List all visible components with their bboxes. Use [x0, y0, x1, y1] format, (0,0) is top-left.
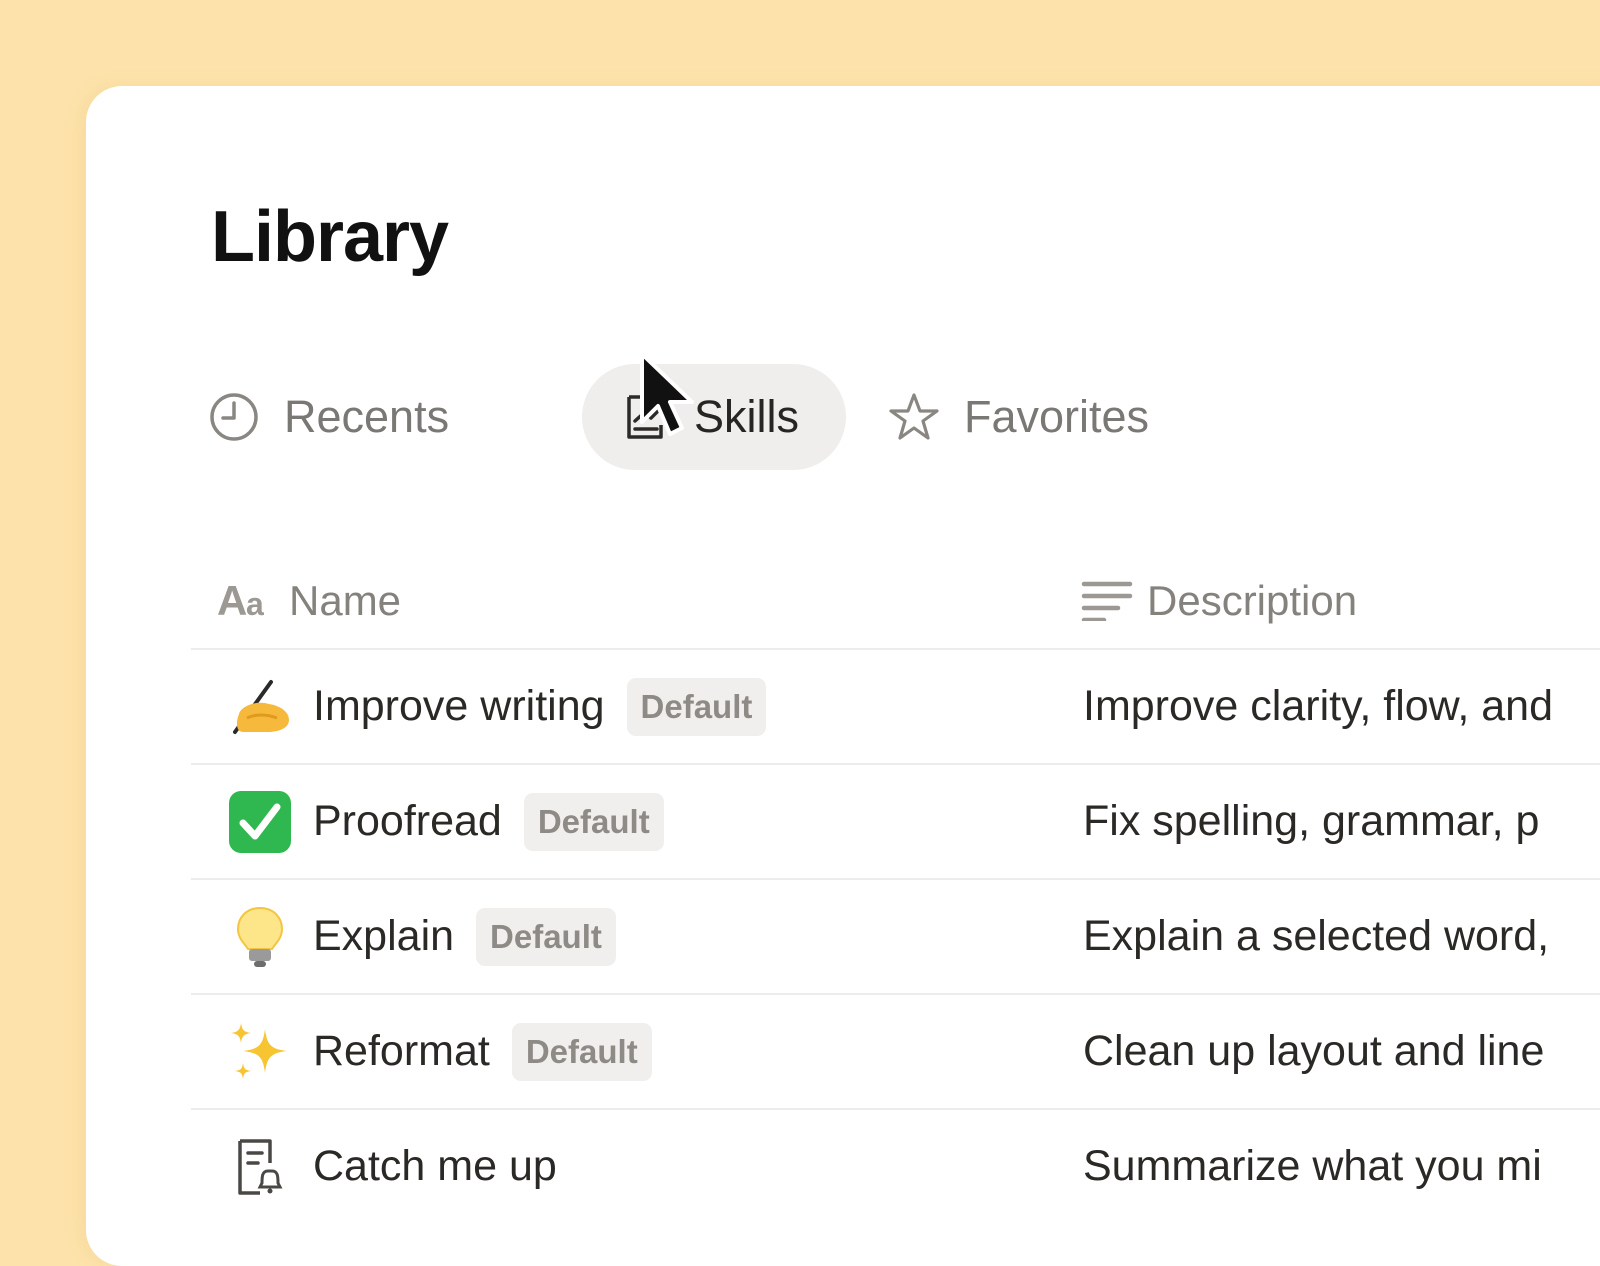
column-description-label: Description	[1147, 577, 1358, 624]
skill-name: Proofread	[313, 797, 502, 845]
skill-name: Explain	[313, 912, 455, 960]
lines-icon	[1081, 577, 1133, 626]
table-row[interactable]: Explain Default Explain a selected word,	[191, 878, 1600, 993]
column-description-header[interactable]: Description	[1081, 556, 1357, 646]
default-badge: Default	[626, 677, 767, 736]
tab-favorites-label: Favorites	[964, 391, 1150, 442]
library-tabs: Recents Skills Favorites	[206, 364, 1206, 474]
library-panel: Library Recents Skills Favorites Aa Name…	[86, 86, 1600, 1266]
table-row[interactable]: Catch me up Summarize what you mi	[191, 1108, 1600, 1223]
column-name-header[interactable]: Aa Name	[217, 556, 401, 646]
tab-recents[interactable]: Recents	[206, 364, 449, 470]
skill-description: Explain a selected word,	[1083, 912, 1550, 960]
skill-description: Clean up layout and line	[1083, 1027, 1545, 1075]
table-header: Aa Name Description	[191, 556, 1600, 646]
skill-description: Improve clarity, flow, and	[1083, 682, 1553, 730]
lightbulb-icon	[225, 902, 295, 972]
skill-name: Improve writing	[313, 682, 605, 730]
document-bell-icon	[225, 1132, 295, 1202]
page-title: Library	[211, 197, 449, 277]
skill-name: Catch me up	[313, 1142, 557, 1190]
sparkles-icon	[225, 1017, 295, 1087]
table-row[interactable]: Proofread Default Fix spelling, grammar,…	[191, 763, 1600, 878]
tab-skills-label: Skills	[694, 391, 800, 442]
tab-recents-label: Recents	[284, 391, 450, 442]
tab-skills[interactable]: Skills	[582, 364, 846, 470]
text-aa-icon: Aa	[217, 577, 275, 626]
skill-name: Reformat	[313, 1027, 490, 1075]
clock-icon	[206, 389, 262, 445]
star-icon	[886, 389, 942, 445]
writing-hand-icon	[225, 672, 295, 742]
skills-table: Improve writing Default Improve clarity,…	[191, 648, 1600, 1223]
svg-text:a: a	[246, 586, 264, 621]
mouse-cursor-icon	[640, 352, 694, 436]
default-badge: Default	[476, 907, 616, 966]
skill-description: Fix spelling, grammar, p	[1083, 797, 1540, 845]
default-badge: Default	[511, 1022, 652, 1081]
table-row[interactable]: Reformat Default Clean up layout and lin…	[191, 993, 1600, 1108]
tab-favorites[interactable]: Favorites	[886, 364, 1149, 470]
skill-description: Summarize what you mi	[1083, 1142, 1542, 1190]
column-name-label: Name	[289, 577, 402, 624]
default-badge: Default	[523, 792, 664, 851]
svg-text:A: A	[217, 577, 247, 621]
check-mark-icon	[225, 787, 295, 857]
table-row[interactable]: Improve writing Default Improve clarity,…	[191, 648, 1600, 763]
